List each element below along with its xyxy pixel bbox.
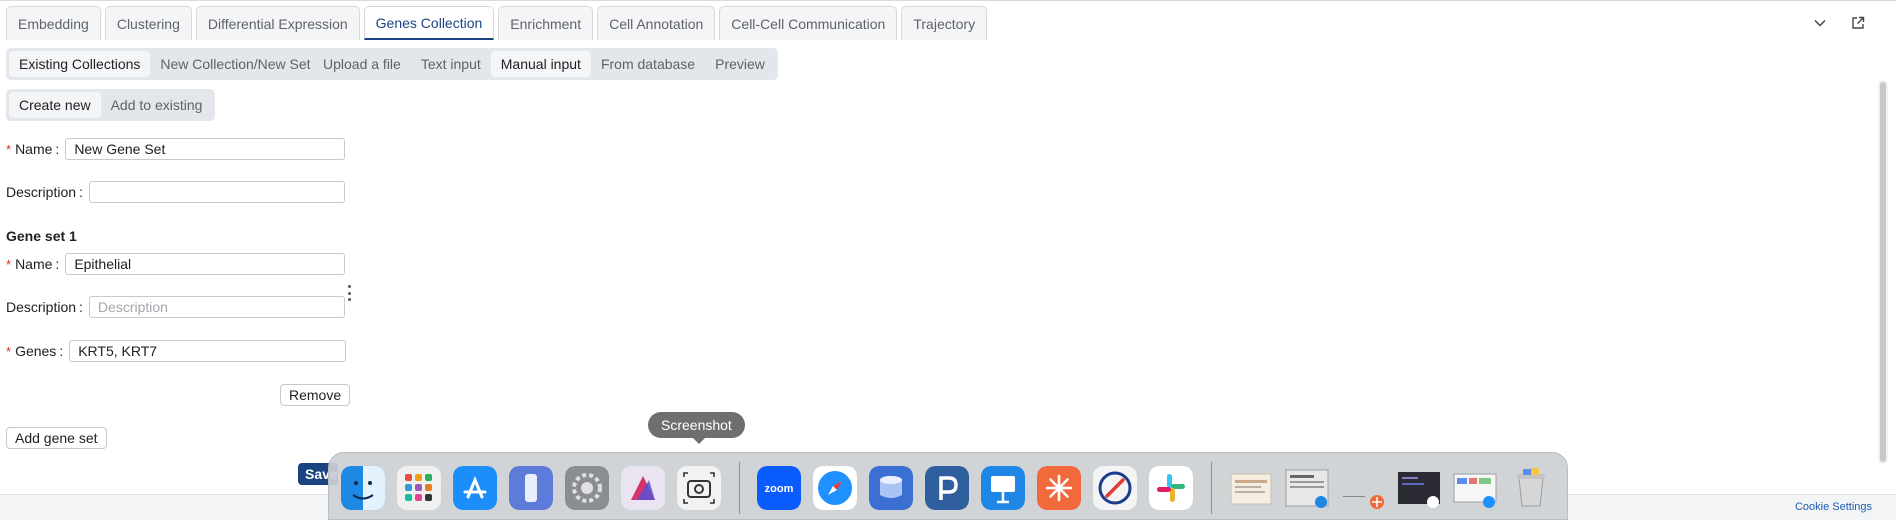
screenshot-icon[interactable] [677,466,721,510]
gene-set-name-row: * Name : [6,253,346,275]
browser-thumbnail-icon[interactable] [1453,466,1497,510]
gene-set-more-icon[interactable] [346,285,352,301]
collection-name-label: Name [15,141,53,157]
finder-icon[interactable] [341,466,385,510]
new-collection-option[interactable]: New Collection/New Set [150,51,320,77]
collection-name-input[interactable] [65,138,346,160]
tab-differential-expression[interactable]: Differential Expression [195,6,360,40]
required-marker: * [6,343,12,359]
required-marker: * [6,141,12,157]
minimized-window-icon[interactable] [1341,466,1385,510]
collection-description-label: Description [6,184,77,200]
gene-set-title: Gene set 1 [6,228,77,244]
input-mode-switch: Upload a file Text input Manual input Fr… [310,48,778,80]
zoom-icon[interactable]: zoom [757,466,801,510]
slack-icon[interactable] [1149,466,1193,510]
safari-icon[interactable] [813,466,857,510]
collection-name-row: * Name : [6,138,346,160]
keynote-icon[interactable] [981,466,1025,510]
collection-description-row: Description : [6,181,345,203]
create-new-option[interactable]: Create new [9,92,101,118]
upload-file-option[interactable]: Upload a file [313,51,411,77]
add-gene-set-button[interactable]: Add gene set [6,427,107,449]
create-mode-switch: Create new Add to existing [6,89,216,121]
collection-mode-switch: Existing Collections New Collection/New … [6,48,324,80]
manual-input-option[interactable]: Manual input [490,51,591,77]
tab-cell-cell-communication[interactable]: Cell-Cell Communication [719,6,898,40]
tab-trajectory[interactable]: Trajectory [901,6,988,40]
dock-tooltip: Screenshot [648,412,745,438]
genes-row: * Genes : [6,340,347,362]
add-to-existing-option[interactable]: Add to existing [101,92,213,118]
required-marker: * [6,256,12,272]
gene-set-name-input[interactable] [65,253,346,275]
trash-icon[interactable] [1509,466,1553,510]
chevron-down-icon[interactable] [1812,15,1828,31]
terminal-thumbnail-icon[interactable] [1397,466,1441,510]
genes-label: Genes [15,343,57,359]
svg-text:zoom: zoom [765,483,794,495]
gene-set-description-input[interactable] [88,296,345,318]
cookie-settings-link[interactable]: Cookie Settings [1795,501,1872,513]
scrollbar-thumb[interactable] [1880,82,1886,462]
analysis-tabs: Embedding Clustering Differential Expres… [6,6,988,40]
gene-set-description-label: Description [6,299,77,315]
tab-embedding[interactable]: Embedding [6,6,101,40]
gene-set-description-row: Description : [6,296,345,318]
database-icon[interactable] [869,466,913,510]
open-external-icon[interactable] [1850,15,1866,31]
tab-clustering[interactable]: Clustering [104,6,192,40]
system-settings-icon[interactable] [565,466,609,510]
navigator-icon[interactable] [1093,466,1137,510]
affinity-icon[interactable] [621,466,665,510]
genes-input[interactable] [69,340,347,362]
tab-genes-collection[interactable]: Genes Collection [363,6,495,40]
window-thumbnail-icon[interactable] [1285,466,1329,510]
dock-separator [739,462,740,514]
top-tab-bar: Embedding Clustering Differential Expres… [0,0,1896,46]
tab-enrichment[interactable]: Enrichment [498,6,594,40]
launchpad-icon[interactable] [397,466,441,510]
collection-description-input[interactable] [88,181,345,203]
claude-icon[interactable] [1037,466,1081,510]
tab-cell-annotation[interactable]: Cell Annotation [597,6,716,40]
document-thumbnail-icon[interactable] [1229,466,1273,510]
existing-collections-option[interactable]: Existing Collections [9,51,151,77]
gene-set-name-label: Name [15,256,53,272]
iphone-mirroring-icon[interactable] [509,466,553,510]
p-app-icon[interactable] [925,466,969,510]
app-store-icon[interactable] [453,466,497,510]
preview-option[interactable]: Preview [705,51,775,77]
tooltip-arrow [692,437,706,444]
text-input-option[interactable]: Text input [411,51,491,77]
dock-separator [1211,462,1212,514]
remove-gene-set-button[interactable]: Remove [280,384,351,406]
from-database-option[interactable]: From database [591,51,705,77]
